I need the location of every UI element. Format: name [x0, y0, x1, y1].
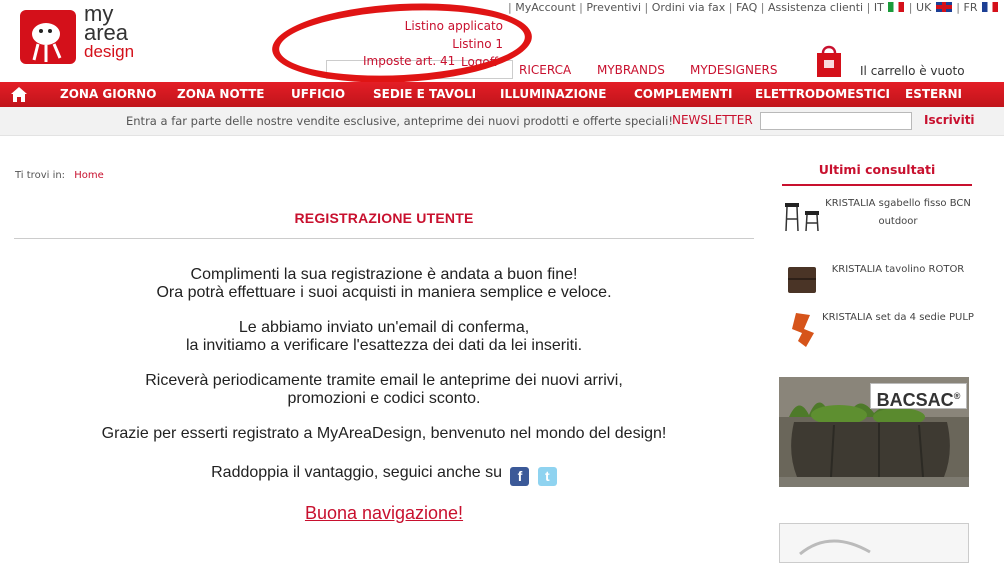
logo-text[interactable]: my area design	[84, 3, 135, 62]
newsletter-label: NEWSLETTER	[672, 113, 753, 127]
recent-item[interactable]: KRISTALIA set da 4 sedie PULP	[782, 309, 974, 349]
lang-it-link[interactable]: IT	[874, 1, 884, 14]
message-line: Riceverà periodicamente tramite email le…	[145, 372, 623, 389]
lang-uk-link[interactable]: UK	[916, 1, 931, 14]
myaccount-link[interactable]: MyAccount	[515, 1, 575, 14]
good-navigation-link[interactable]: Buona navigazione!	[14, 503, 754, 524]
france-flag-icon[interactable]	[981, 2, 998, 12]
chair-thumbnail[interactable]	[786, 311, 818, 353]
bacsac-brand: BACSAC	[876, 390, 954, 410]
logo-line-2: area	[84, 20, 129, 45]
fax-order-link[interactable]: Ordini via fax	[652, 1, 725, 14]
ricerca-link[interactable]: RICERCA	[519, 63, 571, 77]
message-line: la invitiamo a verificare l'esattezza de…	[185, 337, 583, 354]
bacsac-logo: BACSAC®	[870, 383, 967, 410]
mybrands-link[interactable]: MYBRANDS	[597, 63, 665, 77]
nav-sedie-tavoli[interactable]: SEDIE E TAVOLI	[373, 87, 476, 101]
newsletter-email-input[interactable]	[760, 112, 912, 130]
logo-mark[interactable]	[20, 10, 76, 64]
twitter-icon[interactable]: t	[537, 467, 557, 486]
social-row: Raddoppia il vantaggio, seguici anche su…	[14, 464, 754, 486]
uk-flag-icon[interactable]	[935, 2, 952, 12]
top-links: | MyAccount | Preventivi | Ordini via fa…	[508, 1, 999, 14]
main-nav: ZONA GIORNO ZONA NOTTE UFFICIO SEDIE E T…	[0, 82, 1004, 107]
separator: |	[508, 1, 512, 14]
secondary-banner[interactable]	[779, 523, 969, 563]
shopping-bag-icon[interactable]	[815, 42, 843, 78]
separator: |	[728, 1, 733, 14]
recent-item[interactable]: KRISTALIA tavolino ROTOR	[782, 259, 972, 299]
nav-zona-notte[interactable]: ZONA NOTTE	[177, 87, 265, 101]
message-line: Ora potrà effettuare i suoi acquisti in …	[156, 284, 612, 301]
faq-link[interactable]: FAQ	[736, 1, 757, 14]
newsletter-bar: Entra a far parte delle nostre vendite e…	[0, 107, 1004, 136]
breadcrumb-home-link[interactable]: Home	[74, 170, 104, 181]
nav-complementi[interactable]: COMPLEMENTI	[634, 87, 732, 101]
preventivi-link[interactable]: Preventivi	[586, 1, 641, 14]
coffee-table-thumbnail[interactable]	[786, 264, 818, 300]
separator: |	[579, 1, 583, 14]
newsletter-text: Entra a far parte delle nostre vendite e…	[126, 114, 673, 128]
recent-item-label[interactable]: KRISTALIA set da 4 sedie PULP	[822, 309, 974, 327]
recent-item-label[interactable]: KRISTALIA tavolino ROTOR	[824, 261, 972, 279]
italy-flag-icon[interactable]	[888, 2, 905, 12]
separator: |	[908, 1, 913, 14]
subscribe-button[interactable]: Iscriviti	[924, 113, 975, 127]
registration-message: Complimenti la sua registrazione è andat…	[14, 266, 754, 460]
breadcrumb-prefix: Ti trovi in:	[15, 170, 66, 181]
message-line: Le abbiamo inviato un'email di conferma,	[238, 319, 530, 336]
recent-item[interactable]: KRISTALIA sgabello fisso BCN outdoor	[782, 195, 972, 240]
nav-illuminazione[interactable]: ILLUMINAZIONE	[500, 87, 606, 101]
nav-ufficio[interactable]: UFFICIO	[291, 87, 345, 101]
assistance-link[interactable]: Assistenza clienti	[768, 1, 863, 14]
message-line: promozioni e codici sconto.	[287, 390, 481, 407]
message-line: Complimenti la sua registrazione è andat…	[190, 266, 578, 283]
nav-zona-giorno[interactable]: ZONA GIORNO	[60, 87, 156, 101]
page-title: REGISTRAZIONE UTENTE	[294, 210, 474, 226]
social-text: Raddoppia il vantaggio, seguici anche su	[211, 464, 502, 481]
recently-viewed-title: Ultimi consultati	[818, 162, 936, 177]
registered-mark: ®	[953, 391, 961, 401]
separator: |	[644, 1, 649, 14]
logo-line-3: design	[84, 42, 135, 61]
breadcrumb: Ti trovi in: Home	[15, 170, 104, 181]
nav-elettrodomestici[interactable]: ELETTRODOMESTICI	[755, 87, 890, 101]
facebook-icon[interactable]: f	[510, 467, 530, 486]
recent-item-label[interactable]: KRISTALIA sgabello fisso BCN outdoor	[824, 195, 972, 231]
cart-status[interactable]: Il carrello è vuoto	[860, 64, 965, 78]
title-divider	[14, 238, 754, 239]
separator: |	[760, 1, 765, 14]
separator: |	[866, 1, 871, 14]
message-line: Grazie per esserti registrato a MyAreaDe…	[101, 425, 667, 442]
mydesigners-link[interactable]: MYDESIGNERS	[690, 63, 777, 77]
home-icon[interactable]	[10, 86, 28, 103]
separator: |	[956, 1, 960, 14]
nav-esterni[interactable]: ESTERNI	[905, 87, 962, 101]
stool-thumbnail[interactable]	[782, 201, 822, 237]
sidebar-divider	[782, 184, 972, 186]
lang-fr-link[interactable]: FR	[964, 1, 978, 14]
